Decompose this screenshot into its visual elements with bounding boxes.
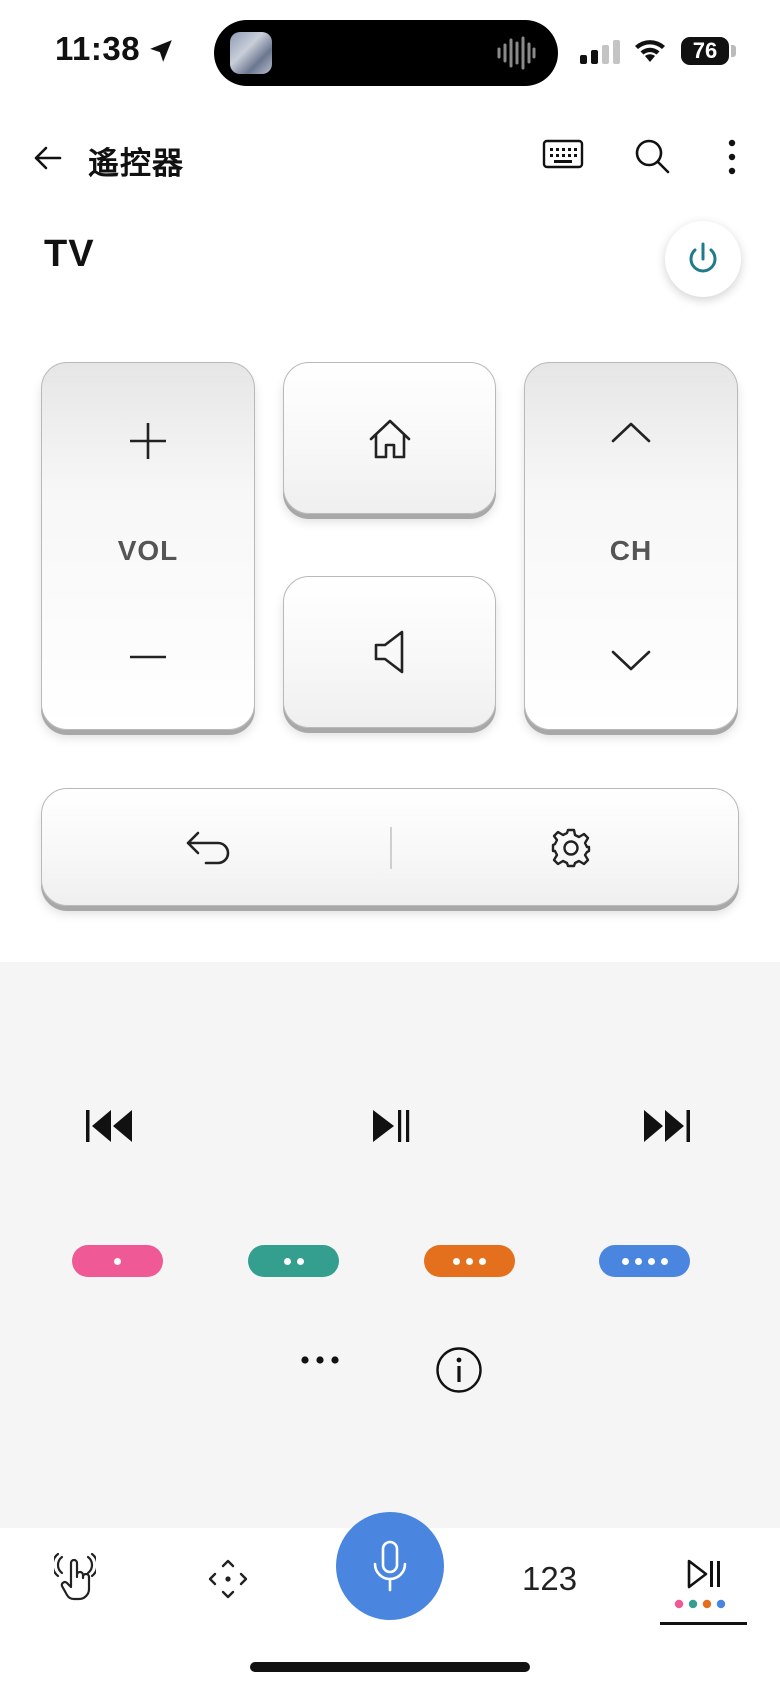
cellular-signal-icon [580, 40, 620, 64]
keyboard-icon[interactable] [542, 138, 584, 170]
power-icon [689, 242, 717, 273]
power-button[interactable] [665, 221, 741, 297]
search-icon[interactable] [632, 136, 672, 176]
yellow-color-button[interactable] [424, 1245, 515, 1277]
settings-gear-icon[interactable] [550, 827, 592, 869]
rewind-icon[interactable] [86, 1108, 138, 1144]
volume-label: VOL [117, 535, 179, 566]
home-indicator [250, 1662, 530, 1672]
home-icon [369, 419, 410, 459]
active-tab-indicator [660, 1622, 747, 1625]
more-options-icon[interactable] [725, 137, 739, 177]
pill-dot [660, 1257, 668, 1265]
speaker-mute-icon [374, 630, 403, 674]
pill-dot [466, 1257, 473, 1265]
more-horizontal-icon[interactable] [300, 1355, 340, 1365]
volume-up-icon[interactable] [126, 419, 170, 463]
status-time: 11:38 [55, 30, 141, 67]
pill-dot [634, 1257, 642, 1265]
pill-dot [296, 1257, 304, 1265]
voice-mic-button[interactable] [336, 1512, 444, 1620]
volume-down-icon[interactable] [126, 653, 170, 661]
play-pause-icon[interactable] [372, 1108, 412, 1144]
wifi-icon [635, 40, 665, 62]
number-pad-tab[interactable]: 123 [522, 1560, 577, 1598]
now-playing-thumbnail [230, 32, 272, 74]
mute-button[interactable] [283, 576, 496, 728]
page-title: 遙控器 [88, 146, 184, 181]
channel-up-icon[interactable] [609, 419, 653, 447]
volume-rocker: VOL [41, 362, 255, 730]
pill-dot [114, 1257, 121, 1265]
return-back-icon[interactable] [184, 829, 234, 867]
channel-label: CH [609, 535, 653, 566]
red-color-button[interactable] [72, 1245, 163, 1277]
directional-pad-icon[interactable] [208, 1559, 248, 1599]
device-name: TV [44, 233, 95, 275]
green-color-button[interactable] [248, 1245, 339, 1277]
back-settings-bar [41, 788, 739, 906]
channel-rocker: CH [524, 362, 738, 730]
battery-indicator: 76 [681, 37, 729, 65]
blue-color-button[interactable] [599, 1245, 690, 1277]
info-icon[interactable] [435, 1346, 483, 1394]
status-bar: 11:38 76 [0, 0, 780, 100]
battery-tip [731, 45, 736, 57]
pill-dot [647, 1257, 655, 1265]
pill-dot [283, 1257, 291, 1265]
touchpad-gesture-icon[interactable] [54, 1553, 96, 1601]
pill-dot [453, 1257, 460, 1265]
media-controls-tab-icon[interactable] [673, 1559, 735, 1613]
pill-dot [479, 1257, 486, 1265]
home-button[interactable] [283, 362, 496, 514]
bar-divider [390, 827, 392, 869]
microphone-icon [373, 1540, 407, 1592]
audio-wave-icon [497, 36, 536, 70]
back-arrow-icon[interactable] [30, 140, 66, 176]
pill-dot [621, 1257, 629, 1265]
location-arrow-icon [150, 40, 172, 62]
channel-down-icon[interactable] [609, 646, 653, 674]
fast-forward-icon[interactable] [643, 1108, 695, 1144]
dynamic-island [214, 20, 558, 86]
